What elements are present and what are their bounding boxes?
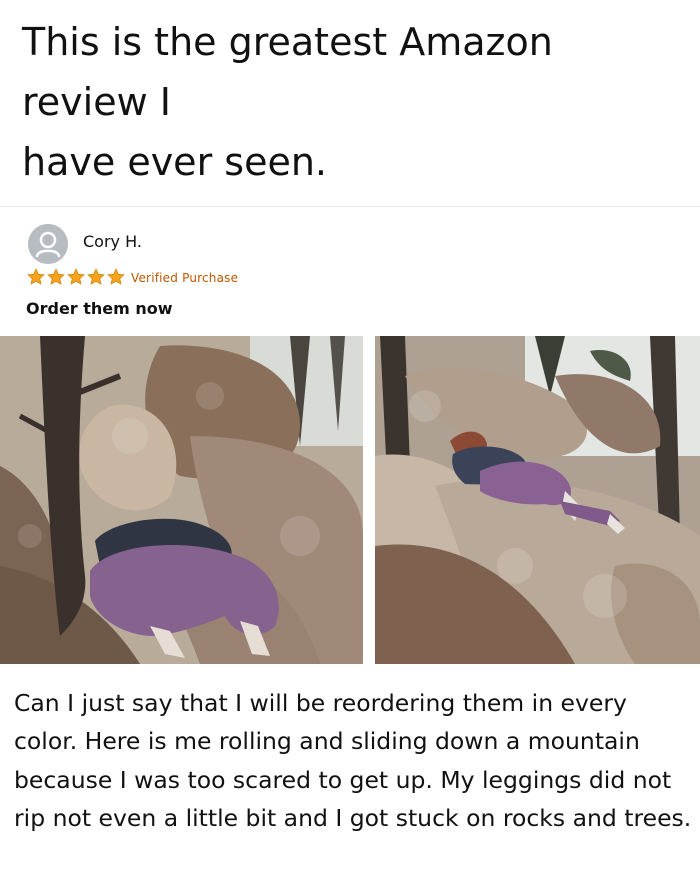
title-line-1: This is the greatest Amazon [22,20,553,64]
star-icon [27,268,45,285]
star-icon [47,268,65,285]
verified-purchase-badge: Verified Purchase [131,271,239,285]
review-photo-2[interactable] [375,336,700,664]
star-icon [67,268,85,285]
title-line-2: review I [22,80,171,124]
star-icon [107,268,125,285]
reviewer-name[interactable]: Cory H. [83,232,142,251]
review-body-text: Can I just say that I will be reordering… [14,689,692,833]
review-title: Order them now [26,299,173,318]
title-line-3: have ever seen. [22,140,327,184]
user-avatar-icon[interactable] [28,224,68,264]
star-icon [87,268,105,285]
post-title: This is the greatest Amazon review I hav… [22,12,662,192]
star-rating [26,267,126,287]
review-photo-1[interactable] [0,336,363,664]
